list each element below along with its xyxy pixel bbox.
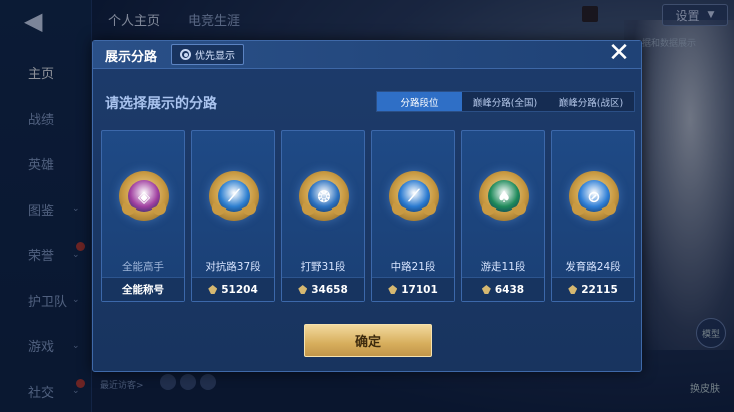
lane-display-dialog: 展示分路 优先显示 请选择展示的分路 分路段位 巅峰分路(全国) 巅峰分路(战区…: [92, 40, 642, 372]
tab-peak-lane-national[interactable]: 巅峰分路(全国): [462, 92, 548, 111]
lane-card-label: 发育路24段: [565, 261, 621, 273]
lane-card-footer: 全能称号: [102, 277, 184, 301]
rank-points-icon: [208, 285, 218, 294]
tab-peak-lane-region[interactable]: 巅峰分路(战区): [548, 92, 634, 111]
lane-card-value: 22115: [581, 283, 618, 296]
dialog-header: 展示分路 优先显示: [93, 41, 641, 69]
lane-card-value: 6438: [494, 283, 525, 296]
lane-card-footer: 51204: [192, 277, 274, 301]
tab-lane-rank[interactable]: 分路段位: [377, 92, 462, 111]
rank-points-icon: [298, 285, 308, 294]
lane-card-label: 打野31段: [300, 261, 346, 273]
dialog-title: 展示分路: [105, 50, 158, 65]
mid-lane-icon: ⟋: [389, 171, 439, 221]
lane-card-value: 全能称号: [122, 284, 164, 296]
roam-icon: ♠: [479, 171, 529, 221]
rank-points-icon: [568, 285, 578, 294]
lane-card-label: 游走11段: [480, 261, 526, 273]
close-icon[interactable]: ✕: [604, 38, 634, 68]
lane-card[interactable]: ⟋ 中路21段 17101: [371, 130, 455, 302]
lane-card[interactable]: ◈ 全能高手全能称号: [101, 130, 185, 302]
lane-card-value: 34658: [311, 283, 348, 296]
clash-lane-icon: ⟋: [209, 171, 259, 221]
lane-card-label: 对抗路37段: [205, 261, 261, 273]
lane-card-value: 51204: [221, 283, 258, 296]
all-round-icon: ◈: [119, 171, 169, 221]
lane-card-value: 17101: [401, 283, 438, 296]
confirm-button[interactable]: 确定: [304, 324, 432, 357]
jungle-icon: ❂: [299, 171, 349, 221]
lane-card[interactable]: ❂ 打野31段 34658: [281, 130, 365, 302]
lane-card[interactable]: ⊘ 发育路24段 22115: [551, 130, 635, 302]
lane-card-footer: 6438: [462, 277, 544, 301]
farm-lane-icon: ⊘: [569, 171, 619, 221]
lane-card-label: 全能高手: [122, 261, 164, 273]
lane-card-label: 中路21段: [390, 261, 436, 273]
lane-type-segmented-control: 分路段位 巅峰分路(全国) 巅峰分路(战区): [376, 91, 635, 112]
priority-display-button[interactable]: 优先显示: [171, 44, 244, 65]
priority-display-label: 优先显示: [195, 51, 235, 62]
dialog-prompt: 请选择展示的分路: [105, 96, 217, 112]
rank-points-icon: [388, 285, 398, 294]
lane-card-footer: 22115: [552, 277, 634, 301]
rank-points-icon: [481, 285, 491, 294]
lane-card-list: ◈ 全能高手全能称号 ⟋ 对抗路37段 51204 ❂ 打野31段 34658 ⟋ 中路21段 17…: [101, 130, 635, 302]
lane-card[interactable]: ⟋ 对抗路37段 51204: [191, 130, 275, 302]
gear-icon: [180, 49, 191, 60]
lane-card-footer: 17101: [372, 277, 454, 301]
lane-card-footer: 34658: [282, 277, 364, 301]
lane-card[interactable]: ♠ 游走11段 6438: [461, 130, 545, 302]
